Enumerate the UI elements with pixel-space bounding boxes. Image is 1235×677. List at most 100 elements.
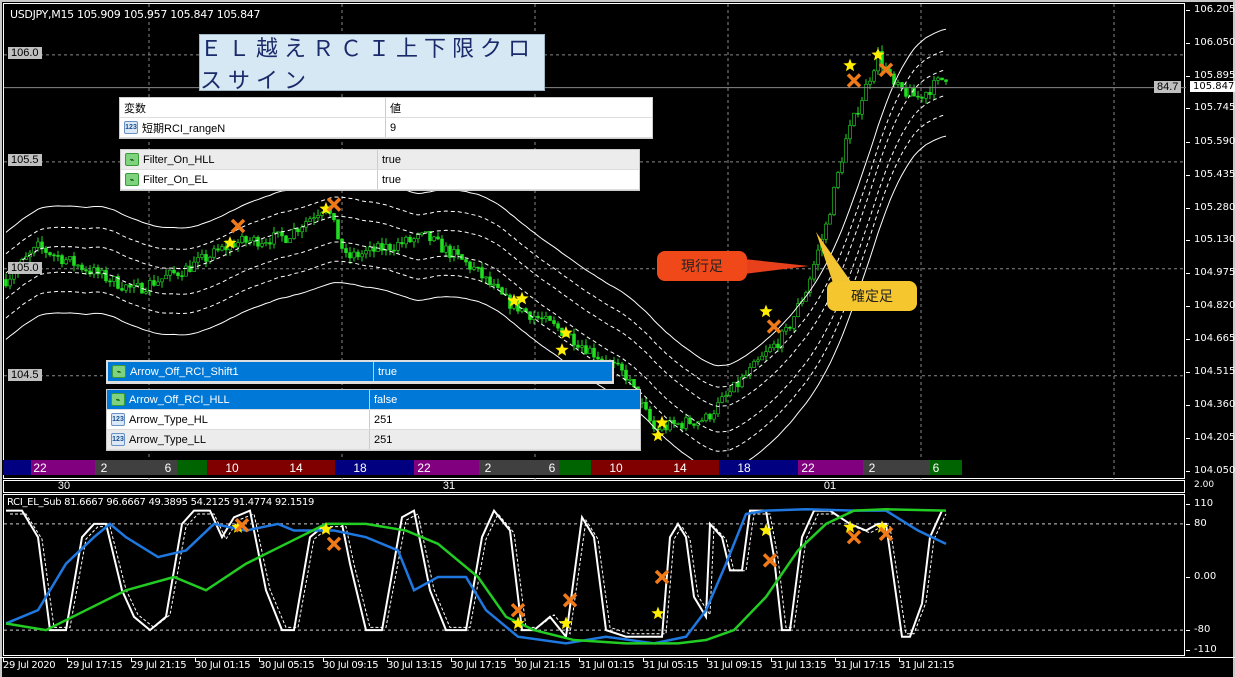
candle-body <box>256 237 260 247</box>
param-row[interactable]: 123 Arrow_Type_HL 251 <box>107 410 640 430</box>
candle-body <box>444 245 448 253</box>
axis-tick <box>1186 404 1190 406</box>
param-value[interactable]: 9 <box>386 122 396 134</box>
candle-body <box>184 265 188 277</box>
candle-body <box>540 317 544 320</box>
param-row[interactable]: 123 短期RCI_rangeN 9 <box>120 118 652 138</box>
price-chart[interactable]: USDJPY,M15 105.909 105.957 105.847 105.8… <box>3 3 1186 480</box>
candle-body <box>52 254 56 257</box>
candle-body <box>204 254 208 262</box>
candle-body <box>296 228 300 233</box>
rci-subwindow[interactable]: RCI_EL_Sub 81.6667 96.6667 49.3895 54.21… <box>3 494 1186 656</box>
candle-body <box>292 228 296 239</box>
param-row-selected[interactable]: ⌁ Arrow_Off_RCI_Shift1 true <box>108 362 612 382</box>
indicator-title-banner: ＥＬ越えＲＣＩ上下限クロスサイン <box>199 34 545 94</box>
candle-body <box>372 246 376 252</box>
candle-body <box>840 161 844 173</box>
candle-body <box>756 359 760 362</box>
candle-body <box>780 330 784 348</box>
candle-body <box>356 251 360 258</box>
candle-body <box>548 316 552 321</box>
params-table-shift: ⌁ Arrow_Off_RCI_Shift1 true <box>106 360 614 384</box>
candle-body <box>188 265 192 272</box>
day-label: 30 <box>57 480 71 492</box>
candle-body <box>108 280 112 283</box>
params-header: 変数 値 <box>120 98 652 118</box>
candle-body <box>340 238 344 249</box>
session-segment-green <box>177 460 207 475</box>
session-segment-blue <box>3 460 31 475</box>
bool-type-icon: ⌁ <box>125 173 139 186</box>
candle-body <box>220 246 224 251</box>
number-type-icon: 123 <box>124 121 138 134</box>
candle-body <box>792 316 796 329</box>
candle-body <box>940 77 944 81</box>
price-label: 104.975 <box>1194 267 1235 279</box>
candle-body <box>732 381 736 393</box>
candle-body <box>252 237 256 242</box>
time-label: 30 Jul 13:15 <box>387 660 443 671</box>
params-table-mid: ⌁ Filter_On_HLL true ⌁ Filter_On_EL true <box>120 149 640 191</box>
session-hour-label: 14 <box>673 461 687 475</box>
time-label: 31 Jul 13:15 <box>771 660 827 671</box>
candle-body <box>744 374 748 378</box>
cross-signal-icon <box>846 529 862 545</box>
candle-body <box>920 96 924 99</box>
candle-body <box>268 242 272 245</box>
candle-body <box>864 83 868 101</box>
number-type-icon: 123 <box>111 433 125 446</box>
param-value[interactable]: true <box>378 174 401 186</box>
candle-body <box>936 77 940 81</box>
param-row[interactable]: 123 Arrow_Type_LL 251 <box>107 430 640 450</box>
param-row-selected[interactable]: ⌁ Arrow_Off_RCI_HLL false <box>107 390 640 410</box>
time-label: 29 Jul 21:15 <box>131 660 187 671</box>
time-axis[interactable]: 29 Jul 2020 29 Jul 17:15 29 Jul 21:15 30 Ju… <box>0 657 1235 677</box>
candle-body <box>36 241 40 248</box>
candle-body <box>312 217 316 220</box>
candle-body <box>768 347 772 352</box>
candle-body <box>400 242 404 245</box>
candle-body <box>176 272 180 276</box>
price-label: 104.360 <box>1194 398 1235 410</box>
param-value[interactable]: 251 <box>370 414 392 426</box>
candle-body <box>676 423 680 425</box>
param-name: Filter_On_HLL <box>143 153 215 166</box>
param-value[interactable]: false <box>370 394 397 406</box>
oscillator-axis[interactable]: 2.00 110 80 0.00 -80 -110 <box>1186 480 1235 656</box>
param-value[interactable]: true <box>374 366 397 378</box>
candle-body <box>844 138 848 163</box>
param-name: Arrow_Off_RCI_Shift1 <box>130 365 239 378</box>
candle-body <box>416 234 420 240</box>
candle-body <box>484 276 488 279</box>
candle-body <box>144 291 148 294</box>
session-hour-label: 6 <box>548 461 556 475</box>
candle-body <box>200 254 204 258</box>
param-row[interactable]: ⌁ Filter_On_HLL true <box>121 150 639 170</box>
candle-body <box>152 280 156 286</box>
candle-body <box>388 244 392 251</box>
session-hour-label: 22 <box>33 461 47 475</box>
candle-body <box>628 379 632 381</box>
axis-tick <box>1186 273 1190 275</box>
candle-body <box>404 236 408 245</box>
candle-body <box>392 249 396 252</box>
param-row[interactable]: ⌁ Filter_On_EL true <box>121 170 639 190</box>
time-label: 31 Jul 21:15 <box>899 660 955 671</box>
oscillator-axis-label: -80 <box>1194 624 1211 636</box>
candle-body <box>552 320 556 324</box>
time-label: 29 Jul 2020 <box>3 660 56 671</box>
param-value[interactable]: 251 <box>370 434 392 446</box>
candle-body <box>80 264 84 271</box>
candle-body <box>872 70 876 82</box>
level-label: 105.5 <box>8 154 42 166</box>
session-hour-label: 18 <box>353 461 367 475</box>
candle-body <box>916 95 920 98</box>
price-axis[interactable]: 106.205 106.050 105.895 105.745 105.590 105.4… <box>1186 0 1235 480</box>
candle-body <box>632 379 636 388</box>
candle-body <box>348 252 352 259</box>
session-bar: 22 2 6 10 14 18 22 2 6 10 14 18 22 2 6 <box>3 460 1185 475</box>
time-label: 31 Jul 09:15 <box>707 660 763 671</box>
price-label: 104.515 <box>1194 365 1235 377</box>
candle-body <box>480 267 484 279</box>
param-value[interactable]: true <box>378 154 401 166</box>
